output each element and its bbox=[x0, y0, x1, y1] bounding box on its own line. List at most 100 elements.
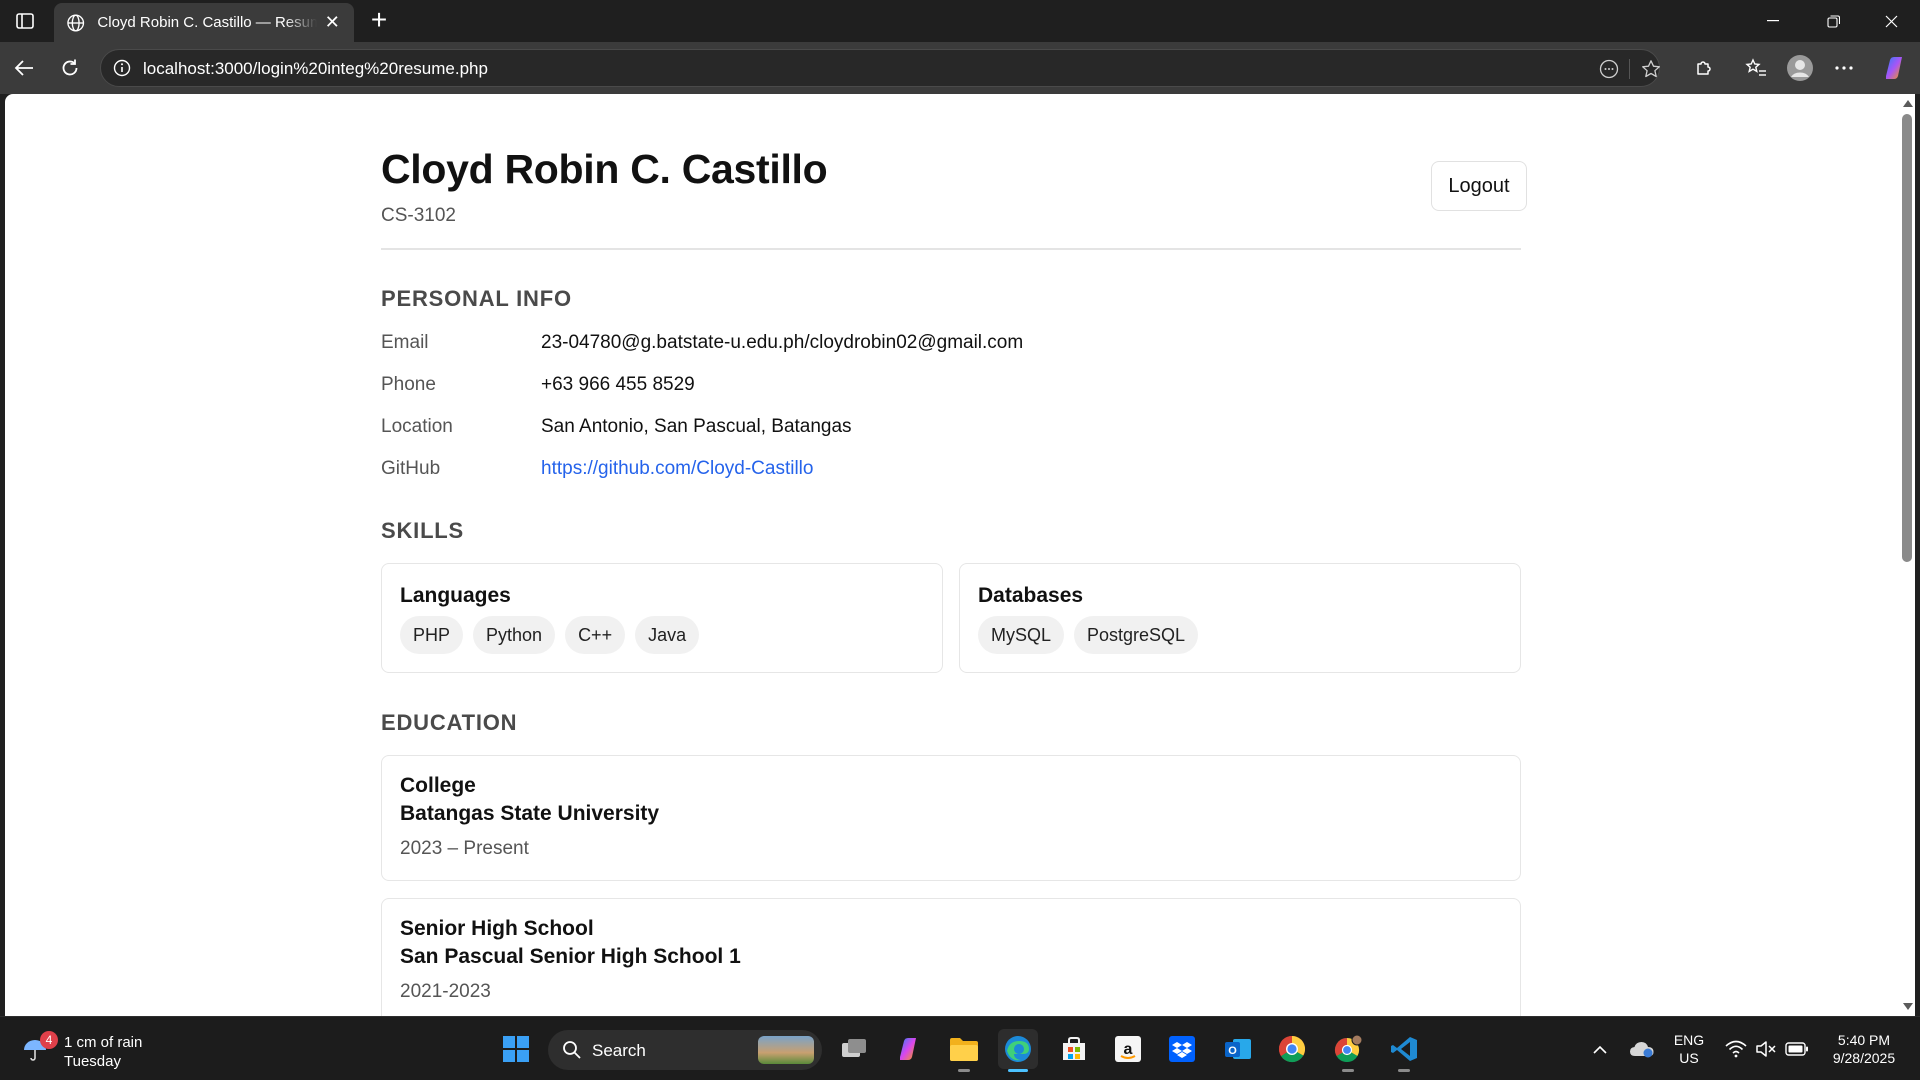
browser-titlebar: Cloyd Robin C. Castillo — Resume ✕ + bbox=[0, 0, 1920, 42]
browser-tab-resume[interactable]: Cloyd Robin C. Castillo — Resume ✕ bbox=[54, 3, 354, 42]
region-code: US bbox=[1679, 1050, 1699, 1066]
weather-day: Tuesday bbox=[64, 1053, 121, 1070]
education-level: College bbox=[400, 774, 476, 797]
weather-text: 1 cm of rain Tuesday bbox=[64, 1033, 142, 1071]
language-code: ENG bbox=[1673, 1032, 1705, 1048]
language-indicator[interactable]: ENG US bbox=[1668, 1017, 1710, 1080]
scroll-up-arrow-icon[interactable] bbox=[1903, 100, 1913, 107]
chrome-profile-icon[interactable] bbox=[1328, 1029, 1368, 1072]
site-info-icon[interactable] bbox=[113, 59, 131, 77]
refresh-icon[interactable] bbox=[54, 52, 86, 84]
new-tab-button[interactable]: + bbox=[364, 6, 394, 36]
onedrive-icon[interactable] bbox=[1626, 1017, 1658, 1080]
info-label: GitHub bbox=[381, 458, 441, 479]
running-indicator bbox=[958, 1069, 970, 1072]
header-divider bbox=[381, 248, 1521, 250]
wifi-icon[interactable] bbox=[1722, 1017, 1750, 1080]
favorites-list-icon[interactable] bbox=[1740, 52, 1772, 84]
edge-browser-icon[interactable] bbox=[998, 1029, 1038, 1072]
page-scrollbar[interactable] bbox=[1899, 94, 1915, 1016]
browser-toolbar: localhost:3000/login%20integ%20resume.ph… bbox=[0, 42, 1920, 94]
speaker-muted-icon[interactable] bbox=[1752, 1017, 1780, 1080]
clock-time: 5:40 PM bbox=[1837, 1032, 1891, 1048]
read-aloud-icon[interactable] bbox=[1597, 57, 1621, 81]
resume-name: Cloyd Robin C. Castillo bbox=[381, 146, 828, 192]
globe-icon bbox=[67, 14, 85, 31]
search-label: Search bbox=[592, 1041, 646, 1060]
info-label: Phone bbox=[381, 374, 436, 395]
running-indicator bbox=[1342, 1069, 1354, 1072]
outlook-icon[interactable]: O bbox=[1218, 1029, 1258, 1069]
location-value: San Antonio, San Pascual, Batangas bbox=[541, 416, 852, 437]
svg-text:a: a bbox=[1124, 1041, 1133, 1058]
weather-widget[interactable]: 4 1 cm of rain Tuesday bbox=[22, 1031, 162, 1071]
skill-group-title: Databases bbox=[978, 584, 1084, 607]
restore-button[interactable] bbox=[1810, 0, 1856, 42]
education-years: 2021-2023 bbox=[400, 981, 491, 1002]
tab-actions-icon[interactable] bbox=[10, 8, 40, 34]
personal-info-heading: PERSONAL INFO bbox=[381, 286, 572, 311]
address-bar[interactable]: localhost:3000/login%20integ%20resume.ph… bbox=[100, 49, 1660, 87]
logout-button[interactable]: Logout bbox=[1431, 161, 1527, 211]
tab-title: Cloyd Robin C. Castillo — Resume bbox=[97, 14, 317, 31]
scroll-down-arrow-icon[interactable] bbox=[1903, 1003, 1913, 1010]
education-heading: EDUCATION bbox=[381, 710, 518, 735]
extensions-puzzle-icon[interactable] bbox=[1688, 52, 1720, 84]
weather-badge: 4 bbox=[40, 1031, 58, 1049]
url-text[interactable]: localhost:3000/login%20integ%20resume.ph… bbox=[143, 59, 488, 79]
show-hidden-icons-chevron-icon[interactable] bbox=[1586, 1017, 1614, 1080]
back-arrow-icon[interactable] bbox=[8, 52, 40, 84]
phone-value: +63 966 455 8529 bbox=[541, 374, 695, 395]
close-window-button[interactable] bbox=[1868, 0, 1914, 42]
minimize-button[interactable] bbox=[1750, 0, 1796, 42]
copilot-app-icon[interactable] bbox=[888, 1029, 928, 1069]
chrome-icon[interactable] bbox=[1272, 1029, 1312, 1069]
skills-heading: SKILLS bbox=[381, 518, 465, 543]
education-school: Batangas State University bbox=[400, 802, 660, 825]
class-section: CS-3102 bbox=[381, 205, 456, 226]
vscode-icon[interactable] bbox=[1384, 1029, 1424, 1072]
education-school: San Pascual Senior High School 1 bbox=[400, 945, 741, 968]
tab-close-icon[interactable]: ✕ bbox=[323, 12, 342, 33]
skill-group-title: Languages bbox=[400, 584, 511, 607]
clock[interactable]: 5:40 PM 9/28/2025 bbox=[1824, 1017, 1904, 1080]
windows-taskbar: 4 1 cm of rain Tuesday Search a O ENG US… bbox=[0, 1016, 1920, 1080]
skill-chips: MySQL PostgreSQL bbox=[978, 616, 1199, 654]
running-indicator bbox=[1398, 1069, 1410, 1072]
skills-card-databases: Databases MySQL PostgreSQL bbox=[959, 563, 1521, 673]
education-years: 2023 – Present bbox=[400, 838, 529, 859]
education-level: Senior High School bbox=[400, 917, 594, 940]
profile-avatar[interactable] bbox=[1784, 52, 1816, 84]
skill-chip: Java bbox=[635, 616, 700, 654]
search-highlight-image bbox=[758, 1036, 814, 1064]
battery-icon[interactable] bbox=[1782, 1017, 1812, 1080]
skill-chip: PostgreSQL bbox=[1074, 616, 1199, 654]
email-value: 23-04780@g.batstate-u.edu.ph/cloydrobin0… bbox=[541, 332, 1024, 353]
more-options-icon[interactable] bbox=[1828, 52, 1860, 84]
copilot-icon[interactable] bbox=[1878, 52, 1910, 84]
github-link[interactable]: https://github.com/Cloyd-Castillo bbox=[541, 458, 813, 480]
svg-text:O: O bbox=[1228, 1045, 1237, 1057]
education-card-shs: Senior High School San Pascual Senior Hi… bbox=[381, 898, 1521, 1016]
clock-date: 9/28/2025 bbox=[1832, 1050, 1896, 1066]
skill-chip: Python bbox=[473, 616, 556, 654]
omnibox-divider bbox=[1629, 59, 1630, 79]
skill-chip: PHP bbox=[400, 616, 464, 654]
scroll-thumb[interactable] bbox=[1902, 114, 1912, 562]
microsoft-store-icon[interactable] bbox=[1054, 1029, 1094, 1069]
dropbox-icon[interactable] bbox=[1162, 1029, 1202, 1069]
favorite-star-icon[interactable] bbox=[1639, 57, 1663, 81]
running-indicator bbox=[1008, 1069, 1028, 1072]
start-button[interactable] bbox=[496, 1029, 536, 1069]
task-view-icon[interactable] bbox=[834, 1029, 874, 1069]
skill-chip: C++ bbox=[565, 616, 626, 654]
skills-card-languages: Languages PHP Python C++ Java bbox=[381, 563, 943, 673]
taskbar-search[interactable]: Search bbox=[548, 1030, 822, 1070]
skill-chips: PHP Python C++ Java bbox=[400, 616, 700, 654]
clock-text: 5:40 PM 9/28/2025 bbox=[1833, 1031, 1895, 1067]
info-label: Location bbox=[381, 416, 453, 437]
language-text: ENG US bbox=[1674, 1031, 1704, 1067]
education-card-college: College Batangas State University 2023 –… bbox=[381, 755, 1521, 881]
amazon-icon[interactable]: a bbox=[1108, 1029, 1148, 1069]
file-explorer-icon[interactable] bbox=[944, 1029, 984, 1072]
